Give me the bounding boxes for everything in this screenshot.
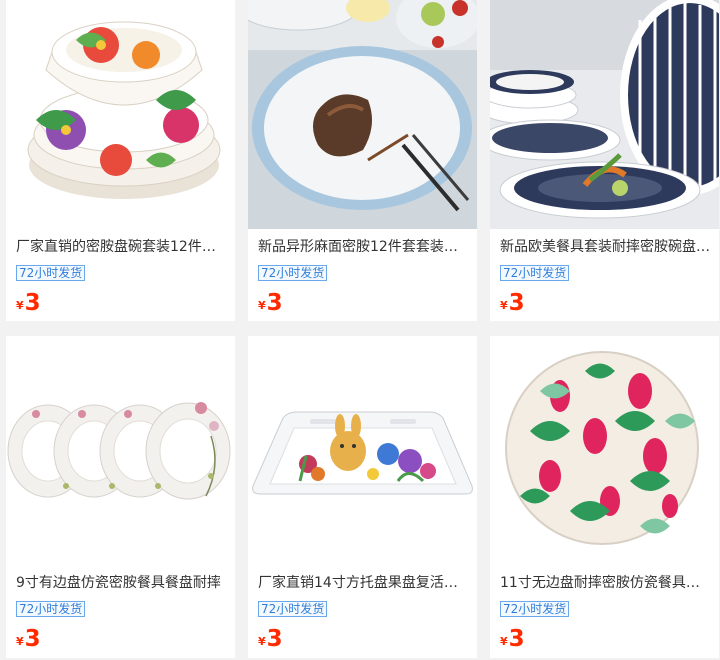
- floral-dinnerware-image: [6, 0, 235, 229]
- bunny-tray-image: [248, 336, 477, 565]
- price-value: 3: [266, 626, 283, 652]
- shipping-badge: 72小时发货: [500, 601, 570, 617]
- shipping-badge: 72小时发货: [500, 265, 570, 281]
- product-image-blue-white-plates[interactable]: [490, 0, 719, 229]
- price-value: 3: [24, 626, 41, 652]
- price-value: 3: [508, 626, 525, 652]
- product-image-four-plates[interactable]: [6, 336, 235, 565]
- product-price: ¥3: [500, 291, 525, 318]
- currency-symbol: ¥: [258, 635, 266, 648]
- product-image-flamingo-plate[interactable]: [490, 336, 719, 565]
- currency-symbol: ¥: [500, 635, 508, 648]
- product-card[interactable]: 新品欧美餐具套装耐摔密胺碗盘套装 72小时发货 ¥3: [490, 0, 719, 321]
- currency-symbol: ¥: [500, 299, 508, 312]
- product-title[interactable]: 厂家直销14寸方托盘果盘复活节兔子: [258, 574, 470, 592]
- product-title[interactable]: 厂家直销的密胺盘碗套装12件套带盖: [16, 238, 228, 256]
- product-grid: 厂家直销的密胺盘碗套装12件套带盖 72小时发货 ¥3 新品异形麻面密胺12件套…: [0, 0, 720, 660]
- product-title[interactable]: 11寸无边盘耐摔密胺仿瓷餐具餐盘: [500, 574, 712, 592]
- price-value: 3: [266, 290, 283, 316]
- product-price: ¥3: [258, 291, 283, 318]
- shipping-badge: 72小时发货: [258, 265, 328, 281]
- price-value: 3: [24, 290, 41, 316]
- shipping-badge: 72小时发货: [16, 265, 86, 281]
- product-card[interactable]: 厂家直销的密胺盘碗套装12件套带盖 72小时发货 ¥3: [6, 0, 235, 321]
- product-price: ¥3: [500, 627, 525, 654]
- product-price: ¥3: [258, 627, 283, 654]
- currency-symbol: ¥: [258, 299, 266, 312]
- product-price: ¥3: [16, 291, 41, 318]
- product-card[interactable]: 厂家直销14寸方托盘果盘复活节兔子 72小时发货 ¥3: [248, 336, 477, 658]
- flamingo-plate-image: [490, 336, 719, 565]
- product-card[interactable]: 11寸无边盘耐摔密胺仿瓷餐具餐盘 72小时发货 ¥3: [490, 336, 719, 658]
- product-image-floral-set[interactable]: [6, 0, 235, 229]
- product-card[interactable]: 新品异形麻面密胺12件套套装耐摔餐具 72小时发货 ¥3: [248, 0, 477, 321]
- product-title[interactable]: 新品欧美餐具套装耐摔密胺碗盘套装: [500, 238, 712, 256]
- steak-plate-image: [248, 0, 477, 229]
- product-card[interactable]: 9寸有边盘仿瓷密胺餐具餐盘耐摔 72小时发货 ¥3: [6, 336, 235, 658]
- currency-symbol: ¥: [16, 635, 24, 648]
- currency-symbol: ¥: [16, 299, 24, 312]
- product-price: ¥3: [16, 627, 41, 654]
- four-plates-image: [6, 336, 235, 565]
- blue-white-plates-image: [490, 0, 719, 229]
- product-image-bunny-tray[interactable]: [248, 336, 477, 565]
- product-image-steak-plate[interactable]: [248, 0, 477, 229]
- product-title[interactable]: 9寸有边盘仿瓷密胺餐具餐盘耐摔: [16, 574, 228, 592]
- product-title[interactable]: 新品异形麻面密胺12件套套装耐摔餐具: [258, 238, 470, 256]
- shipping-badge: 72小时发货: [258, 601, 328, 617]
- price-value: 3: [508, 290, 525, 316]
- shipping-badge: 72小时发货: [16, 601, 86, 617]
